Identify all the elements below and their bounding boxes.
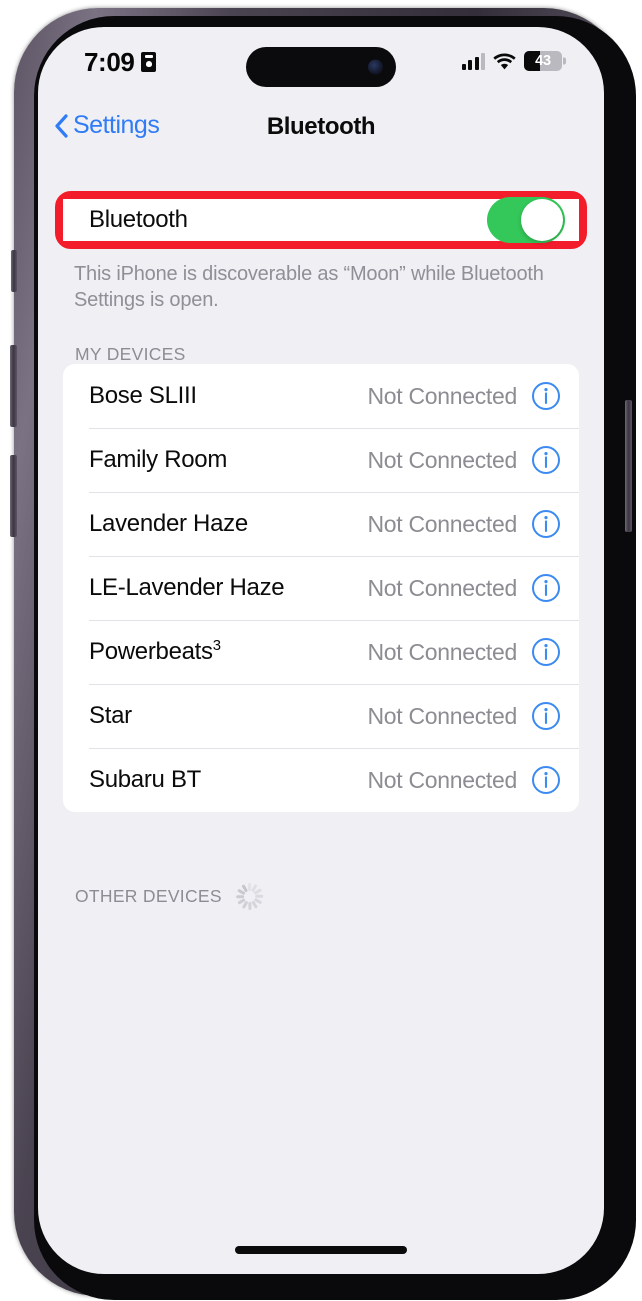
device-connection-status: Not Connected	[367, 766, 517, 793]
device-connection-status: Not Connected	[367, 446, 517, 473]
navigation-bar: Settings Bluetooth	[38, 105, 604, 157]
device-name: LE-Lavender Haze	[89, 574, 285, 601]
device-connection-status: Not Connected	[367, 574, 517, 601]
device-connection-status: Not Connected	[367, 510, 517, 537]
status-indicators-group: 43	[461, 51, 562, 71]
device-name: Bose SLIII	[89, 382, 197, 409]
wifi-icon	[493, 53, 516, 70]
toggle-knob	[521, 199, 563, 241]
device-name: Star	[89, 702, 132, 729]
device-row[interactable]: Subaru BT Not Connected	[63, 748, 579, 812]
my-devices-list: Bose SLIII Not Connected Family Room Not Co…	[63, 364, 579, 812]
power-button[interactable]	[625, 400, 632, 532]
section-header-other-devices: OTHER DEVICES	[75, 883, 263, 910]
device-name: Family Room	[89, 446, 228, 473]
bluetooth-row-label: Bluetooth	[89, 206, 188, 233]
status-bar: 7:09 43	[38, 27, 604, 103]
silent-switch-button[interactable]	[11, 250, 17, 292]
dynamic-island	[246, 47, 396, 87]
battery-level: 43	[535, 53, 551, 69]
page-title: Bluetooth	[266, 113, 376, 140]
device-row[interactable]: LE-Lavender Haze Not Connected	[63, 556, 579, 620]
device-name-superscript: 3	[212, 638, 221, 654]
device-row[interactable]: Lavender Haze Not Connected	[63, 492, 579, 556]
device-name: Lavender Haze	[89, 510, 248, 537]
front-camera-icon	[368, 59, 383, 75]
info-circle-icon[interactable]	[531, 701, 561, 731]
device-connection-status: Not Connected	[367, 638, 517, 665]
info-circle-icon[interactable]	[531, 381, 561, 411]
info-circle-icon[interactable]	[531, 445, 561, 475]
section-header-my-devices: MY DEVICES	[75, 344, 186, 364]
home-indicator[interactable]	[235, 1246, 407, 1254]
battery-icon: 43	[524, 51, 562, 71]
device-row[interactable]: Bose SLIII Not Connected	[63, 364, 579, 428]
device-connection-status: Not Connected	[367, 382, 517, 409]
section-header-other-devices-label: OTHER DEVICES	[75, 886, 222, 906]
info-circle-icon[interactable]	[531, 765, 561, 795]
volume-up-button[interactable]	[10, 345, 17, 427]
device-connection-status: Not Connected	[367, 702, 517, 729]
device-row[interactable]: Star Not Connected	[63, 684, 579, 748]
status-time: 7:09	[84, 47, 135, 77]
device-name: Powerbeats3	[89, 638, 221, 665]
cellular-signal-icon	[461, 52, 485, 70]
volume-down-button[interactable]	[10, 455, 17, 537]
id-card-icon	[141, 52, 157, 72]
bluetooth-toggle-row[interactable]: Bluetooth	[63, 197, 579, 243]
discoverable-footnote: This iPhone is discoverable as “Moon” wh…	[74, 263, 544, 312]
info-circle-icon[interactable]	[531, 637, 561, 667]
phone-screen: 7:09 43 Settings Bluetooth Bluetooth Thi…	[38, 27, 604, 1274]
info-circle-icon[interactable]	[531, 573, 561, 603]
device-name: Subaru BT	[89, 766, 202, 793]
activity-spinner-icon	[235, 883, 263, 910]
device-row[interactable]: Powerbeats3 Not Connected	[63, 620, 579, 684]
status-time-group: 7:09	[84, 47, 157, 77]
info-circle-icon[interactable]	[531, 509, 561, 539]
device-row[interactable]: Family Room Not Connected	[63, 428, 579, 492]
bluetooth-toggle-switch[interactable]	[487, 197, 565, 243]
